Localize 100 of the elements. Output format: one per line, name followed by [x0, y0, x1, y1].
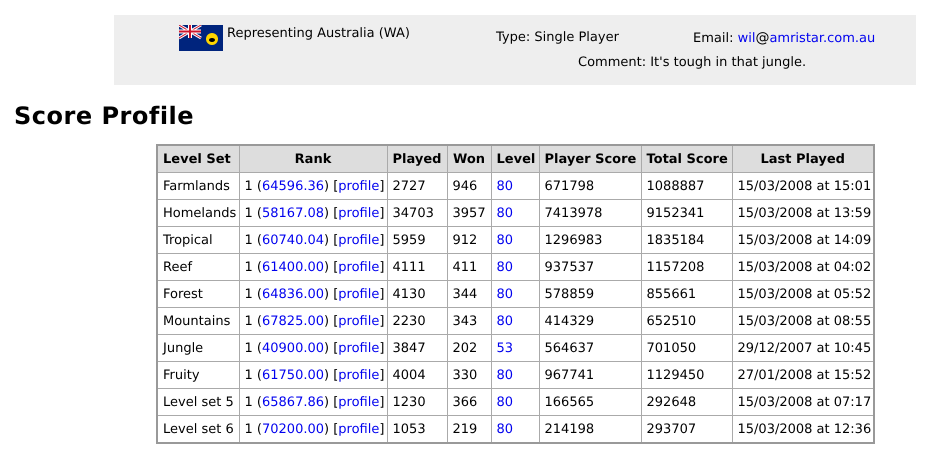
rank-text: ) [ [324, 340, 338, 356]
rank-text: ] [379, 368, 384, 382]
table-cell: Level set 6 [157, 416, 239, 443]
table-cell: 343 [447, 308, 491, 334]
email-link[interactable]: wil [738, 31, 756, 46]
rank-link[interactable]: 61400.00 [262, 260, 324, 274]
table-cell: 27/01/2008 at 15:52 [732, 362, 874, 388]
rank-text: ) [ [324, 206, 338, 220]
column-header: Last Played [732, 145, 874, 172]
table-cell: 344 [447, 280, 491, 308]
rank-link[interactable]: 58167.08 [262, 206, 324, 220]
rank-text: ) [ [324, 314, 338, 328]
table-cell: 366 [447, 388, 491, 416]
rank-text: 1 ( [244, 422, 262, 436]
table-cell: 2230 [387, 308, 447, 334]
table-cell: Level set 5 [157, 388, 239, 416]
rank-link[interactable]: profile [338, 178, 380, 194]
column-header: Total Score [641, 145, 732, 172]
rank-text: ] [379, 340, 384, 356]
table-cell: 855661 [641, 280, 732, 308]
table-cell: 701050 [641, 334, 732, 362]
table-cell: 578859 [539, 280, 641, 308]
table-cell: 1230 [387, 388, 447, 416]
column-header: Level [491, 145, 539, 172]
rank-text: ] [379, 422, 384, 436]
table-cell: Jungle [157, 334, 239, 362]
table-cell: 15/03/2008 at 04:02 [732, 254, 874, 280]
rank-link[interactable]: 61750.00 [262, 368, 324, 382]
rank-link[interactable]: 67825.00 [262, 314, 324, 328]
level-link[interactable]: 80 [496, 368, 514, 382]
table-cell: 15/03/2008 at 07:17 [732, 388, 874, 416]
level-link[interactable]: 80 [496, 178, 514, 194]
table-cell: Fruity [157, 362, 239, 388]
rank-text: 1 ( [244, 178, 262, 194]
table-cell: 411 [447, 254, 491, 280]
table-cell: 214198 [539, 416, 641, 443]
level-link[interactable]: 80 [496, 260, 514, 274]
rank-text: 1 ( [244, 394, 262, 410]
rank-link[interactable]: profile [338, 206, 380, 220]
rank-link[interactable]: profile [338, 340, 380, 356]
level-link[interactable]: 80 [496, 394, 514, 410]
rank-link[interactable]: profile [338, 260, 380, 274]
level-link[interactable]: 80 [496, 286, 514, 302]
table-cell: 414329 [539, 308, 641, 334]
level-link[interactable]: 80 [496, 232, 514, 248]
rank-link[interactable]: profile [338, 232, 380, 248]
rank-text: ) [ [324, 368, 338, 382]
rank-link[interactable]: 64836.00 [262, 286, 324, 302]
level-link[interactable]: 53 [496, 340, 514, 356]
email-label: Email: [693, 31, 734, 46]
rank-link[interactable]: 60740.04 [262, 232, 324, 248]
rank-link[interactable]: profile [338, 314, 380, 328]
rank-link[interactable]: profile [338, 394, 380, 410]
table-cell: Reef [157, 254, 239, 280]
at-sign-icon: @ [755, 30, 770, 46]
table-cell: 15/03/2008 at 12:36 [732, 416, 874, 443]
table-cell: Forest [157, 280, 239, 308]
rank-text: ] [379, 260, 384, 274]
table-cell: 1296983 [539, 226, 641, 254]
table-cell: 937537 [539, 254, 641, 280]
table-cell: 1088887 [641, 172, 732, 200]
rank-text: ] [379, 314, 384, 328]
rank-text: 1 ( [244, 340, 262, 356]
rank-link[interactable]: profile [338, 286, 380, 302]
rank-link[interactable]: 65867.86 [262, 394, 324, 410]
rank-text: 1 ( [244, 232, 262, 248]
table-cell: 671798 [539, 172, 641, 200]
table-cell: 293707 [641, 416, 732, 443]
table-cell: 564637 [539, 334, 641, 362]
rank-text: ) [ [324, 178, 338, 194]
table-cell: 15/03/2008 at 13:59 [732, 200, 874, 226]
rank-link[interactable]: profile [338, 422, 380, 436]
table-cell: 9152341 [641, 200, 732, 226]
level-link[interactable]: 80 [496, 314, 514, 328]
table-cell: 1157208 [641, 254, 732, 280]
table-cell: 1835184 [641, 226, 732, 254]
table-cell: 29/12/2007 at 10:45 [732, 334, 874, 362]
rank-text: 1 ( [244, 368, 262, 382]
rank-text: ) [ [324, 286, 338, 302]
table-cell: 4111 [387, 254, 447, 280]
table-cell: 202 [447, 334, 491, 362]
level-link[interactable]: 80 [496, 206, 514, 220]
table-cell: 4130 [387, 280, 447, 308]
rank-text: 1 ( [244, 260, 262, 274]
email-link[interactable]: amristar.com.au [769, 31, 876, 46]
rank-link[interactable]: profile [338, 368, 380, 382]
table-cell: 3847 [387, 334, 447, 362]
rank-link[interactable]: 40900.00 [262, 340, 324, 356]
table-cell: 7413978 [539, 200, 641, 226]
column-header: Won [447, 145, 491, 172]
comment-text: Comment: It's tough in that jungle. [578, 55, 806, 70]
rank-link[interactable]: 64596.36 [262, 178, 324, 194]
level-link[interactable]: 80 [496, 422, 514, 436]
table-cell: 15/03/2008 at 05:52 [732, 280, 874, 308]
column-header: Played [387, 145, 447, 172]
column-header: Player Score [539, 145, 641, 172]
rank-link[interactable]: 70200.00 [262, 422, 324, 436]
rank-text: ] [379, 206, 384, 220]
table-cell: 34703 [387, 200, 447, 226]
rank-text: ] [379, 232, 384, 248]
